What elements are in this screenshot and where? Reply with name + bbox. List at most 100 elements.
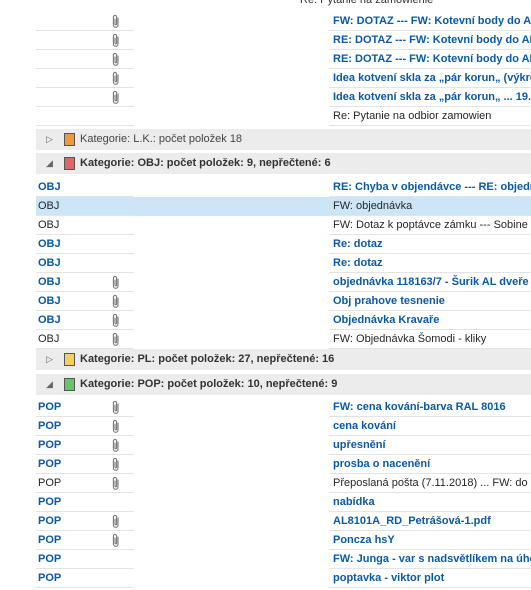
paperclip-icon <box>110 419 124 434</box>
subject-text: FW: objednávka <box>333 200 413 212</box>
subject-text: prosba o nacenění <box>333 458 431 470</box>
triangle-down-icon[interactable]: ◢ <box>46 158 53 169</box>
row-divider <box>329 125 531 126</box>
category-color-icon <box>64 353 75 366</box>
row-divider <box>36 587 134 588</box>
category-group-header-pop[interactable]: ◢ Kategorie: POP: počet položek: 10, nepř… <box>36 374 531 395</box>
mail-row[interactable]: POP cena kování <box>36 417 531 436</box>
category-group-header-lk[interactable]: ▷ Kategorie: L.K.: počet položek 18 <box>36 129 531 150</box>
category-label: POP <box>38 515 62 527</box>
triangle-down-icon[interactable]: ◢ <box>46 379 53 390</box>
category-label: POP <box>38 572 62 584</box>
category-label: OBJ <box>38 181 61 193</box>
category-color-icon <box>64 157 75 170</box>
paperclip-icon <box>110 476 124 491</box>
mail-row[interactable]: RE: DOTAZ --- FW: Kotevní body do AL <box>36 50 531 69</box>
mail-row[interactable]: POP FW: cena kování-barva RAL 8016 <box>36 398 531 417</box>
subject-text: Přeposlaná pošta (7.11.2018) ... FW: do <box>333 477 528 489</box>
category-label: OBJ <box>38 333 60 345</box>
subject-text: RE: DOTAZ --- FW: Kotevní body do AL <box>333 53 531 65</box>
category-label: POP <box>38 534 62 546</box>
paperclip-icon <box>110 14 124 29</box>
mail-row[interactable]: OBJ objednávka 118163/7 - Šurik AL dveře <box>36 273 531 292</box>
subject-text: Re: dotaz <box>333 238 383 250</box>
paperclip-icon <box>110 294 124 309</box>
paperclip-icon <box>110 275 124 290</box>
category-label: POP <box>38 553 62 565</box>
category-label: POP <box>38 477 62 489</box>
subject-text: upřesnění <box>333 439 386 451</box>
triangle-right-icon[interactable]: ▷ <box>46 134 53 145</box>
subject-text: objednávka 118163/7 - Šurik AL dveře <box>333 276 529 288</box>
mail-row[interactable]: Re: Pytanie na odbior zamowien <box>36 107 531 126</box>
category-label: OBJ <box>38 219 60 231</box>
group-label: Kategorie: POP: počet položek: 10, nepře… <box>80 378 338 390</box>
category-label: POP <box>38 420 62 432</box>
paperclip-icon <box>110 332 124 347</box>
subject-text: Idea kotvení skla za „pár korun„ ... 19. <box>333 91 531 103</box>
paperclip-icon <box>110 313 124 328</box>
subject-text: RE: Chyba v objendávce --- RE: objedn <box>333 181 531 193</box>
mail-row[interactable]: Idea kotvení skla za „pár korun„ ... 19. <box>36 88 531 107</box>
category-label: OBJ <box>38 200 60 212</box>
mail-row[interactable]: POP Poncza hsY <box>36 531 531 550</box>
paperclip-icon <box>110 90 124 105</box>
mail-row[interactable]: OBJ Obj prahove tesnenie <box>36 292 531 311</box>
category-group-header-pl[interactable]: ▷ Kategorie: PL: počet položek: 27, nepře… <box>36 349 531 370</box>
mail-row[interactable]: RE: DOTAZ --- FW: Kotevní body do AL <box>36 31 531 50</box>
paperclip-icon <box>110 52 124 67</box>
category-label: OBJ <box>38 314 61 326</box>
subject-text: Re: dotaz <box>333 257 383 269</box>
subject-text: nabídka <box>333 496 375 508</box>
paperclip-icon <box>110 400 124 415</box>
category-group-header-obj[interactable]: ◢ Kategorie: OBJ: počet položek: 9, nepře… <box>36 153 531 174</box>
mail-row[interactable]: POP poptavka - viktor plot <box>36 569 531 588</box>
category-label: POP <box>38 496 62 508</box>
subject-text: Poncza hsY <box>333 534 395 546</box>
category-label: OBJ <box>38 276 61 288</box>
triangle-right-icon[interactable]: ▷ <box>46 354 53 365</box>
mail-row[interactable]: OBJ Re: dotaz <box>36 235 531 254</box>
mail-row[interactable]: OBJ FW: Objednávka Šomodi - kliky <box>36 330 531 349</box>
category-label: POP <box>38 401 62 413</box>
mail-row[interactable]: OBJ FW: Dotaz k poptávce zámku --- Sobine <box>36 216 531 235</box>
mail-row[interactable]: POP FW: Junga - var s nadsvětlíkem na úhe <box>36 550 531 569</box>
mail-row[interactable]: POP upřesnění <box>36 436 531 455</box>
mail-row[interactable]: OBJ Re: dotaz <box>36 254 531 273</box>
paperclip-icon <box>110 514 124 529</box>
category-label: OBJ <box>38 238 61 250</box>
group-label: Kategorie: PL: počet položek: 27, nepřeč… <box>80 353 335 365</box>
category-label: POP <box>38 439 62 451</box>
category-color-icon <box>64 133 75 146</box>
paperclip-icon <box>110 71 124 86</box>
category-label: OBJ <box>38 295 61 307</box>
subject-text: cena kování <box>333 420 396 432</box>
paperclip-icon <box>110 33 124 48</box>
mail-row[interactable]: OBJ FW: objednávka <box>36 197 531 216</box>
subject-text: FW: Dotaz k poptávce zámku --- Sobine <box>333 219 528 231</box>
subject-text: AL8101A_RD_Petrášová-1.pdf <box>333 515 491 527</box>
subject-text: poptavka - viktor plot <box>333 572 445 584</box>
subject-text: Obj prahove tesnenie <box>333 295 445 307</box>
mail-row[interactable]: OBJ Objednávka Kravaře <box>36 311 531 330</box>
mail-row[interactable]: OBJ RE: Chyba v objendávce --- RE: objedn <box>36 178 531 197</box>
mail-row[interactable]: POP AL8101A_RD_Petrášová-1.pdf <box>36 512 531 531</box>
paperclip-icon <box>110 533 124 548</box>
subject-text: Re: Pytanie na odbior zamowien <box>333 110 492 122</box>
subject-text: FW: DOTAZ --- FW: Kotevní body do AL <box>333 15 531 27</box>
clipped-subject-text: Re: Pytanie na zamowienie <box>300 0 434 6</box>
paperclip-icon <box>110 457 124 472</box>
mail-row[interactable]: FW: DOTAZ --- FW: Kotevní body do AL <box>36 12 531 31</box>
subject-text: Idea kotvení skla za „pár korun„ (výkre <box>333 72 531 84</box>
mail-row[interactable]: POP Přeposlaná pošta (7.11.2018) ... FW: … <box>36 474 531 493</box>
mail-row[interactable]: POP nabídka <box>36 493 531 512</box>
subject-text: FW: Junga - var s nadsvětlíkem na úhe <box>333 553 531 565</box>
mail-row[interactable]: POP prosba o nacenění <box>36 455 531 474</box>
row-divider <box>329 587 531 588</box>
category-label: OBJ <box>38 257 61 269</box>
category-color-icon <box>64 378 75 391</box>
mail-row[interactable]: Idea kotvení skla za „pár korun„ (výkre <box>36 69 531 88</box>
row-divider <box>36 125 134 126</box>
paperclip-icon <box>110 438 124 453</box>
subject-text: FW: Objednávka Šomodi - kliky <box>333 333 487 345</box>
